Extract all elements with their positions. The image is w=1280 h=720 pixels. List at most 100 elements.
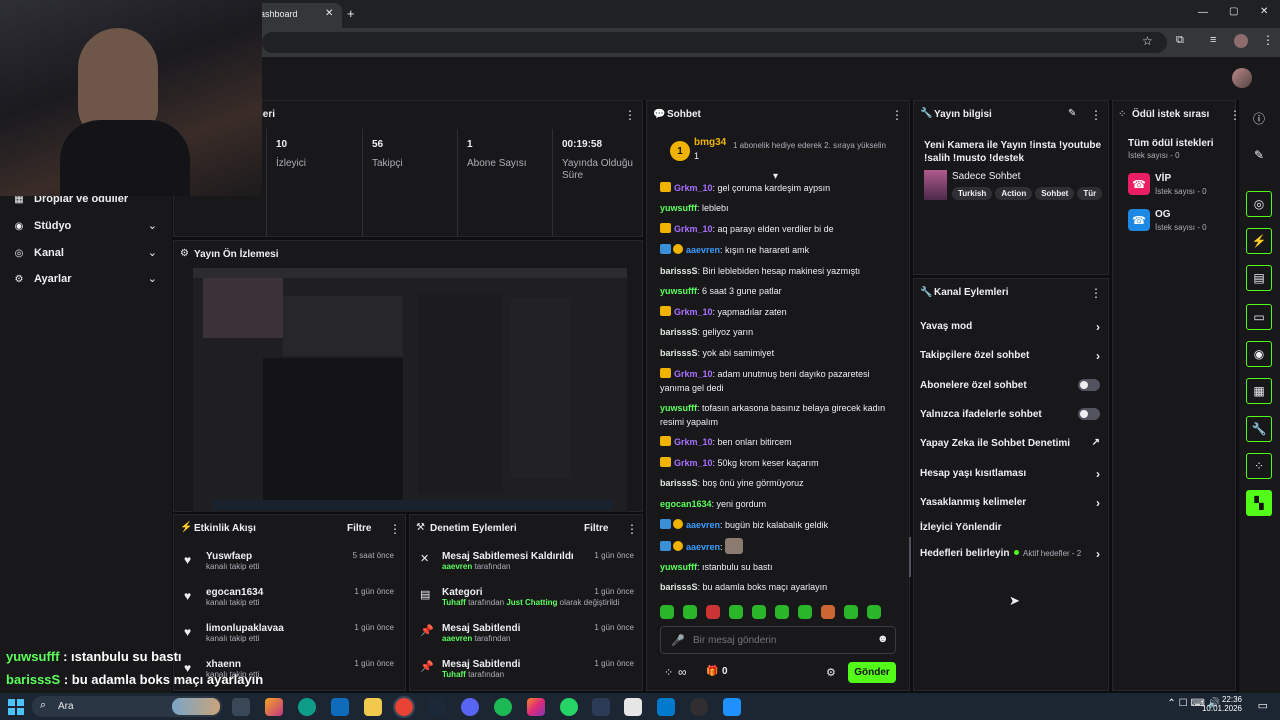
chat-scrollbar[interactable]	[909, 537, 911, 577]
emoji-icon[interactable]: ☻	[877, 633, 889, 645]
points-icon[interactable]: ⁘	[1246, 453, 1272, 479]
maximize-button[interactable]: ▢	[1229, 6, 1238, 17]
bookmark-star-icon[interactable]: ☆	[1142, 34, 1153, 48]
channel-actions-menu-icon[interactable]: ⋮	[1090, 286, 1102, 300]
emote-icon[interactable]	[775, 605, 789, 619]
new-tab-button[interactable]: +	[347, 6, 355, 21]
send-button[interactable]: Gönder	[848, 662, 896, 683]
action-banned-words[interactable]: Yasaklanmış kelimeler ›	[920, 496, 1100, 510]
chrome-icon[interactable]	[393, 696, 415, 718]
url-field[interactable]	[262, 32, 1167, 53]
chat-username[interactable]: yuwsufff	[660, 203, 697, 213]
moderation-menu-icon[interactable]: ⋮	[626, 522, 638, 536]
emote-only-toggle[interactable]	[1078, 408, 1100, 420]
action-slow-mode[interactable]: Yavaş mod ›	[920, 320, 1100, 334]
file-explorer-icon[interactable]	[364, 698, 382, 716]
reward-name[interactable]: VİP	[1155, 173, 1171, 184]
chat-username[interactable]: barisssS	[660, 582, 698, 592]
target-icon[interactable]: ◎	[1246, 191, 1272, 217]
chat-username[interactable]: yuwsufff	[660, 286, 697, 296]
activity-filter-button[interactable]: Filtre	[347, 523, 371, 534]
wrench-icon[interactable]: 🔧	[1246, 416, 1272, 442]
chat-username[interactable]: yuwsufff	[660, 403, 697, 413]
chat-menu-icon[interactable]: ⋮	[891, 108, 903, 122]
stream-preview-video[interactable]	[193, 268, 627, 512]
chat-username[interactable]: barisssS	[660, 266, 698, 276]
tab-close-icon[interactable]: ✕	[325, 8, 333, 19]
taskbar-search[interactable]: ⌕ Ara	[32, 696, 222, 717]
profile-avatar[interactable]	[1234, 34, 1248, 48]
user-avatar[interactable]	[1232, 68, 1252, 88]
steam-icon[interactable]	[428, 698, 446, 716]
chat-username[interactable]: Grkm_10	[674, 307, 713, 317]
microphone-icon[interactable]: 🎤	[671, 634, 685, 647]
copilot-icon[interactable]	[265, 698, 283, 716]
emote-icon[interactable]	[752, 605, 766, 619]
emote-icon[interactable]	[729, 605, 743, 619]
action-goals[interactable]: Hedefleri belirleyin Aktif hedefler - 2 ›	[920, 547, 1100, 561]
emote-icon[interactable]	[683, 605, 697, 619]
chat-username[interactable]: Grkm_10	[674, 183, 713, 193]
chat-username[interactable]: barisssS	[660, 348, 698, 358]
spotify-icon[interactable]	[494, 698, 512, 716]
instagram-icon[interactable]	[527, 698, 545, 716]
document-icon[interactable]: ▤	[1246, 265, 1272, 291]
chat-bubble-icon[interactable]: ▭	[1246, 304, 1272, 330]
emote-icon[interactable]	[867, 605, 881, 619]
vscode-icon[interactable]	[657, 698, 675, 716]
outlook-icon[interactable]	[331, 698, 349, 716]
photos-icon[interactable]	[723, 698, 741, 716]
clock[interactable]: 22:36 10.01.2026	[1202, 695, 1242, 713]
windows-start-icon[interactable]	[8, 699, 24, 715]
moderation-filter-button[interactable]: Filtre	[584, 523, 608, 534]
whatsapp-icon[interactable]	[560, 698, 578, 716]
obs-icon[interactable]	[690, 698, 708, 716]
emote-icon[interactable]	[844, 605, 858, 619]
chat-input-box[interactable]: 🎤 ☻	[660, 626, 896, 654]
task-view-icon[interactable]	[232, 698, 250, 716]
broadcast-icon[interactable]: ◉	[1246, 341, 1272, 367]
browser-menu-icon[interactable]: ⋮	[1262, 33, 1274, 47]
chat-username[interactable]: Grkm_10	[674, 437, 713, 447]
discord-icon[interactable]	[461, 698, 479, 716]
app-a-icon[interactable]	[592, 698, 610, 716]
layout-icon[interactable]: ▦	[1246, 378, 1272, 404]
action-account-age[interactable]: Hesap yaşı kısıtlaması ›	[920, 467, 1100, 481]
extensions-icon[interactable]: ⧉	[1176, 34, 1184, 47]
chat-username[interactable]: egocan1634	[660, 499, 712, 509]
activity-menu-icon[interactable]: ⋮	[389, 522, 401, 536]
action-followers-only[interactable]: Takipçilere özel sohbet ›	[920, 349, 1100, 363]
chat-input[interactable]	[693, 633, 863, 648]
chat-username[interactable]: aaevren	[686, 542, 720, 552]
nav-item-studio[interactable]: ◉ Stüdyo ⌄	[13, 220, 163, 232]
emote-icon[interactable]	[821, 605, 835, 619]
nav-item-channel[interactable]: ◎ Kanal ⌄	[13, 247, 163, 259]
clapperboard-icon[interactable]: ▚	[1246, 490, 1272, 516]
reward-name[interactable]: OG	[1155, 209, 1171, 220]
pencil-icon[interactable]: ✎	[1246, 142, 1272, 168]
all-rewards-label[interactable]: Tüm ödül istekleri	[1128, 138, 1214, 149]
chat-username[interactable]: aaevren	[686, 520, 720, 530]
subscribers-only-toggle[interactable]	[1078, 379, 1100, 391]
chat-username[interactable]: yuwsufff	[660, 562, 697, 572]
emote-icon[interactable]	[798, 605, 812, 619]
stats-menu-icon[interactable]: ⋮	[624, 108, 636, 122]
chat-username[interactable]: barisssS	[660, 478, 698, 488]
chat-settings-icon[interactable]: ⚙	[826, 666, 836, 679]
chat-username[interactable]: Grkm_10	[674, 369, 713, 379]
edge-icon[interactable]	[298, 698, 316, 716]
browser-tab[interactable]: ashboard ✕	[250, 3, 342, 28]
lightning-icon[interactable]: ⚡	[1246, 228, 1272, 254]
chat-username[interactable]: aaevren	[686, 245, 720, 255]
nav-item-settings[interactable]: ⚙ Ayarlar ⌄	[13, 273, 163, 285]
minimize-button[interactable]: —	[1198, 7, 1208, 18]
info-icon[interactable]: ⓘ	[1246, 105, 1272, 131]
close-window-button[interactable]: ✕	[1260, 6, 1268, 17]
chat-username[interactable]: Grkm_10	[674, 458, 713, 468]
chat-username[interactable]: Grkm_10	[674, 224, 713, 234]
notification-icon[interactable]: ▭	[1258, 699, 1268, 712]
emote-icon[interactable]	[660, 605, 674, 619]
emote-icon[interactable]	[706, 605, 720, 619]
action-raid[interactable]: İzleyici Yönlendir	[920, 522, 1100, 533]
chat-username[interactable]: barisssS	[660, 327, 698, 337]
